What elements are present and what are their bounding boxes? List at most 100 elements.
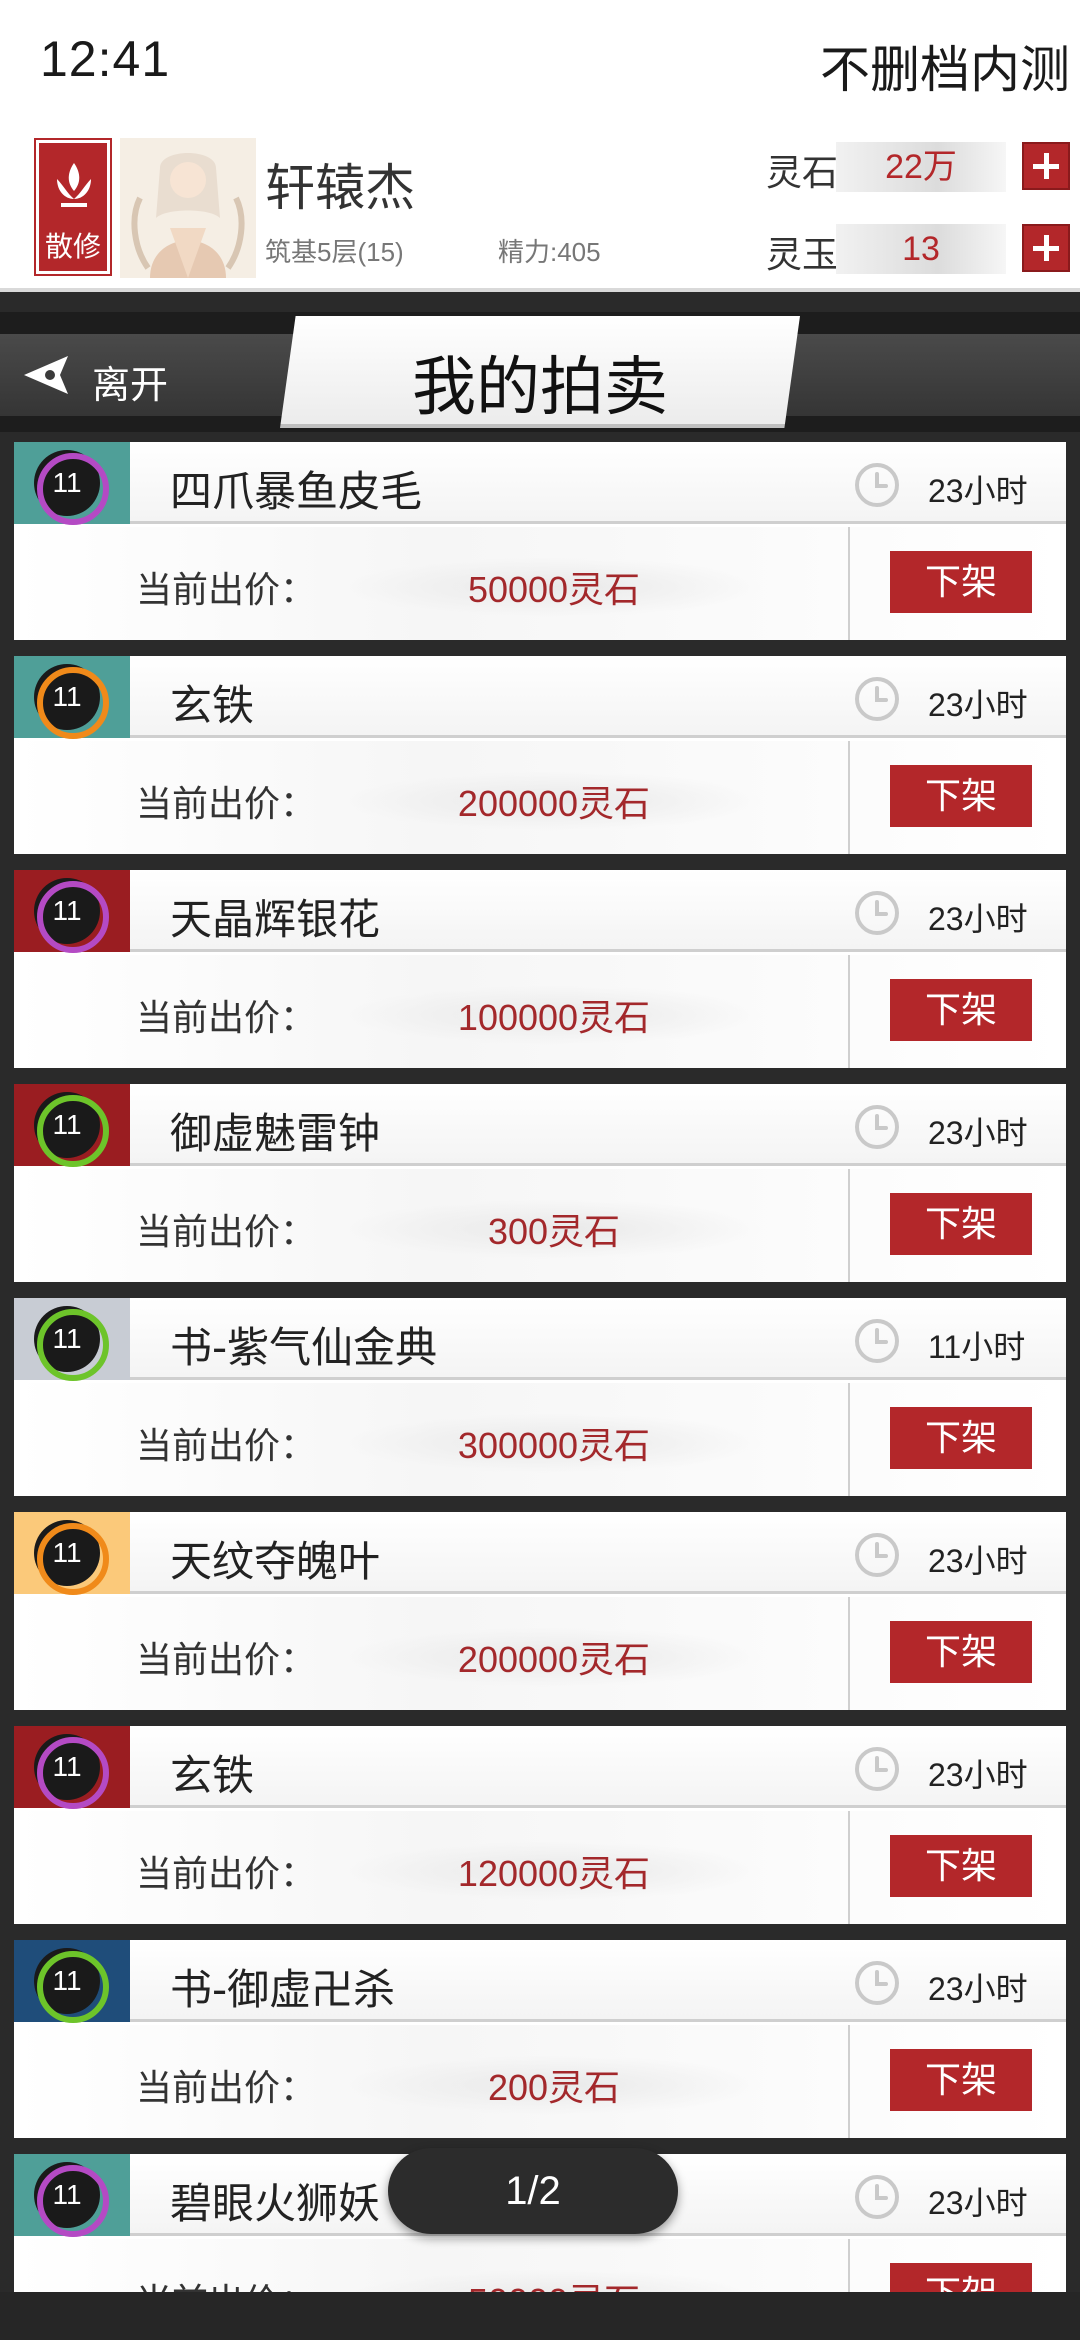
item-level: 11 — [52, 1751, 82, 1782]
auction-card-body: 当前出价： 120000灵石 下架 — [14, 1811, 1066, 1924]
item-level: 11 — [52, 2179, 82, 2210]
back-arrow-icon — [24, 356, 68, 394]
leave-button[interactable]: 离开 — [0, 334, 240, 416]
card-divider — [848, 1383, 850, 1496]
auction-card[interactable]: 11 天纹夺魄叶 23小时当前出价： 200000灵石 下架 — [14, 1512, 1066, 1710]
auction-card-header: 11 书-紫气仙金典 11小时 — [14, 1298, 1066, 1381]
price-label: 当前出价： — [136, 997, 317, 1038]
spirit-jade-value: 13 — [836, 224, 1006, 274]
add-spirit-jade-button[interactable] — [1022, 224, 1070, 272]
auction-list[interactable]: 11 四爪暴鱼皮毛 23小时 当前出价： 50000灵石 下架 11 玄铁 23小时 当前出价： 2… — [0, 432, 1080, 2292]
clock-icon — [855, 1105, 899, 1149]
auction-card-header: 11 御虚魅雷钟 23小时 — [14, 1084, 1066, 1167]
status-time: 12:41 — [40, 31, 171, 87]
time-remaining: 23小时 — [928, 2185, 1028, 2221]
sect-badge[interactable]: 散修 — [34, 138, 112, 276]
auction-card-header: 11 玄铁 23小时 — [14, 1726, 1066, 1809]
item-name: 天纹夺魄叶 — [170, 1537, 381, 1586]
item-level: 11 — [52, 467, 82, 498]
auction-card[interactable]: 11 书-御虚卍杀 23小时 当前出价： 200灵石 下架 — [14, 1940, 1066, 2138]
item-level-badge: 11 — [34, 1734, 109, 1809]
auction-card-body: 当前出价： 300灵石 下架 — [14, 1169, 1066, 1282]
avatar-portrait — [120, 138, 256, 278]
price-value: 200000灵石 — [344, 771, 764, 831]
delist-button[interactable]: 下架 — [890, 1621, 1032, 1683]
page-title: 我的拍卖 — [412, 351, 668, 425]
delist-button[interactable]: 下架 — [890, 1835, 1032, 1897]
auction-card-header: 11 四爪暴鱼皮毛 23小时 — [14, 442, 1066, 525]
auction-card[interactable]: 11 天晶辉银花 23小时 当前出价： 100000灵石 下架 — [14, 870, 1066, 1068]
time-remaining: 23小时 — [928, 1543, 1028, 1579]
card-divider — [848, 2239, 850, 2292]
price-label: 当前出价： — [136, 1211, 317, 1252]
player-energy: 精力:405 — [498, 237, 601, 267]
item-level-badge: 11 — [34, 1306, 109, 1381]
lotus-icon — [57, 163, 91, 207]
delist-button[interactable]: 下架 — [890, 979, 1032, 1041]
item-name: 四爪暴鱼皮毛 — [170, 467, 423, 516]
price-label: 当前出价： — [136, 569, 317, 610]
item-level: 11 — [52, 895, 82, 926]
auction-card-body: 当前出价： 200灵石 下架 — [14, 2025, 1066, 2138]
item-level: 11 — [52, 1109, 82, 1140]
item-level-badge: 11 — [34, 1520, 109, 1595]
price-value: 300灵石 — [344, 1199, 764, 1259]
auction-card[interactable]: 11 玄铁 23小时 当前出价： 200000灵石 下架 — [14, 656, 1066, 854]
price-label: 当前出价： — [136, 1425, 317, 1466]
add-spirit-stone-button[interactable] — [1022, 142, 1070, 190]
auction-card-body: 当前出价： 100000灵石 下架 — [14, 955, 1066, 1068]
item-name: 玄铁 — [170, 681, 255, 730]
item-level: 11 — [52, 1537, 82, 1568]
clock-icon — [855, 677, 899, 721]
delist-button[interactable]: 下架 — [890, 2049, 1032, 2111]
leave-label: 离开 — [92, 365, 169, 407]
time-remaining: 23小时 — [928, 473, 1028, 509]
clock-icon — [855, 2175, 899, 2219]
delist-button[interactable]: 下架 — [890, 1193, 1032, 1255]
card-divider — [848, 2025, 850, 2138]
avatar[interactable] — [120, 138, 256, 278]
auction-card-body: 当前出价： 200000灵石 下架 — [14, 1597, 1066, 1710]
auction-card[interactable]: 11 御虚魅雷钟 23小时当前出价： 300灵石 下架 — [14, 1084, 1066, 1282]
item-level: 11 — [52, 1323, 82, 1354]
auction-card-header: 11 玄铁 23小时 — [14, 656, 1066, 739]
price-value: 200灵石 — [344, 2055, 764, 2115]
card-divider — [848, 1597, 850, 1710]
item-name: 玄铁 — [170, 1751, 255, 1800]
auction-card-body: 当前出价： 50000灵石 下架 — [14, 2239, 1066, 2292]
clock-icon — [855, 1533, 899, 1577]
auction-card[interactable]: 11 四爪暴鱼皮毛 23小时当前出价： 50000灵石 下架 — [14, 442, 1066, 640]
auction-card[interactable]: 11 书-紫气仙金典 11小时当前出价： 300000灵石 下架 — [14, 1298, 1066, 1496]
clock-icon — [855, 891, 899, 935]
player-profile: 散修 轩辕杰 筑基5层(15) 精力:405 灵石 22万 灵玉 13 — [0, 130, 1080, 292]
item-name: 御虚魅雷钟 — [170, 1109, 381, 1158]
auction-card-body: 当前出价： 300000灵石 下架 — [14, 1383, 1066, 1496]
status-bar: 12:41 不删档内测 — [0, 0, 1080, 130]
time-remaining: 23小时 — [928, 1757, 1028, 1793]
time-remaining: 23小时 — [928, 1115, 1028, 1151]
delist-button[interactable]: 下架 — [890, 765, 1032, 827]
auction-card-body: 当前出价： 200000灵石 下架 — [14, 741, 1066, 854]
time-remaining: 11小时 — [928, 1329, 1026, 1365]
player-realm: 筑基5层(15) — [265, 237, 404, 267]
clock-icon — [855, 463, 899, 507]
delist-button[interactable]: 下架 — [890, 1407, 1032, 1469]
price-label: 当前出价： — [136, 1639, 317, 1680]
time-remaining: 23小时 — [928, 901, 1028, 937]
card-divider — [848, 741, 850, 854]
spirit-stone-label: 灵石 — [766, 152, 839, 193]
auction-card[interactable]: 11 玄铁 23小时当前出价： 120000灵石 下架 — [14, 1726, 1066, 1924]
item-name: 书-紫气仙金典 — [170, 1323, 438, 1372]
price-value: 200000灵石 — [344, 1627, 764, 1687]
delist-button[interactable]: 下架 — [890, 2263, 1032, 2292]
clock-icon — [855, 1319, 899, 1363]
spirit-stone-value: 22万 — [836, 142, 1006, 192]
price-label: 当前出价： — [136, 1853, 317, 1894]
page-indicator[interactable]: 1/2 — [388, 2148, 678, 2234]
sect-label: 散修 — [44, 231, 101, 262]
price-value: 50000灵石 — [344, 557, 764, 617]
item-level-badge: 11 — [34, 878, 109, 953]
clock-icon — [855, 1747, 899, 1791]
card-divider — [848, 527, 850, 640]
delist-button[interactable]: 下架 — [890, 551, 1032, 613]
